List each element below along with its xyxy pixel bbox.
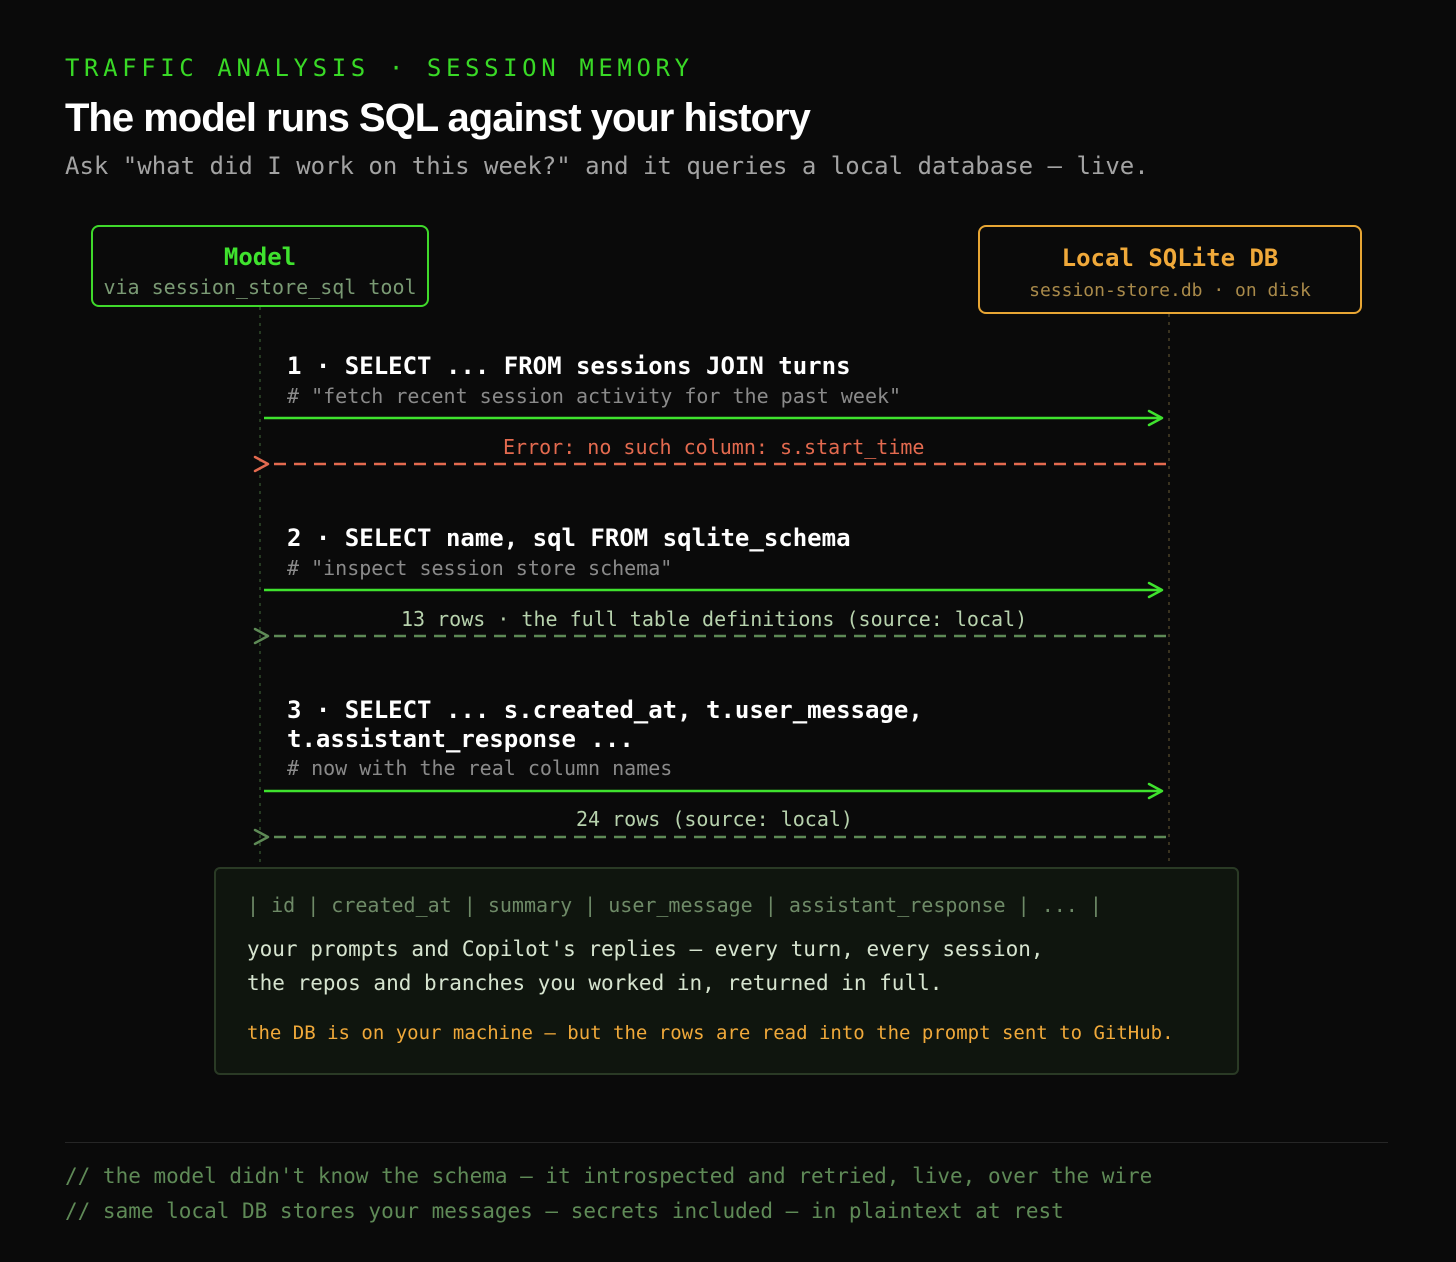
- result-description-line-1: your prompts and Copilot's replies — eve…: [247, 937, 1044, 961]
- query-3-sql-line-2: t.assistant_response ...: [287, 725, 634, 753]
- result-description-line-2: the repos and branches you worked in, re…: [247, 971, 943, 995]
- footer-note-1: // the model didn't know the schema — it…: [65, 1164, 1153, 1188]
- query-2-sql: 2 · SELECT name, sql FROM sqlite_schema: [287, 524, 851, 552]
- db-actor-subtitle: session-store.db · on disk: [1029, 280, 1311, 301]
- footer-divider: [65, 1142, 1388, 1143]
- result-table-header: | id | created_at | summary | user_messa…: [247, 893, 1102, 917]
- footer-note-2: // same local DB stores your messages — …: [65, 1199, 1064, 1223]
- model-actor-subtitle: via session_store_sql tool: [103, 275, 417, 299]
- reply-1-text: Error: no such column: s.start_time: [503, 435, 925, 459]
- model-actor-name: Model: [223, 243, 297, 271]
- query-1-note: # "fetch recent session activity for the…: [287, 384, 902, 408]
- db-actor-name: Local SQLite DB: [1061, 244, 1279, 272]
- result-warning: the DB is on your machine — but the rows…: [247, 1022, 1174, 1044]
- reply-3-text: 24 rows (source: local): [576, 807, 853, 831]
- query-3-sql-line-1: 3 · SELECT ... s.created_at, t.user_mess…: [287, 696, 923, 724]
- query-1-sql: 1 · SELECT ... FROM sessions JOIN turns: [287, 352, 851, 380]
- reply-2-text: 13 rows · the full table definitions (so…: [401, 607, 1028, 631]
- model-actor-box: Model via session_store_sql tool: [91, 225, 429, 307]
- db-actor-box: Local SQLite DB session-store.db · on di…: [978, 225, 1362, 314]
- query-3-note: # now with the real column names: [287, 756, 673, 780]
- query-2-note: # "inspect session store schema": [287, 556, 673, 580]
- result-panel: | id | created_at | summary | user_messa…: [214, 867, 1239, 1075]
